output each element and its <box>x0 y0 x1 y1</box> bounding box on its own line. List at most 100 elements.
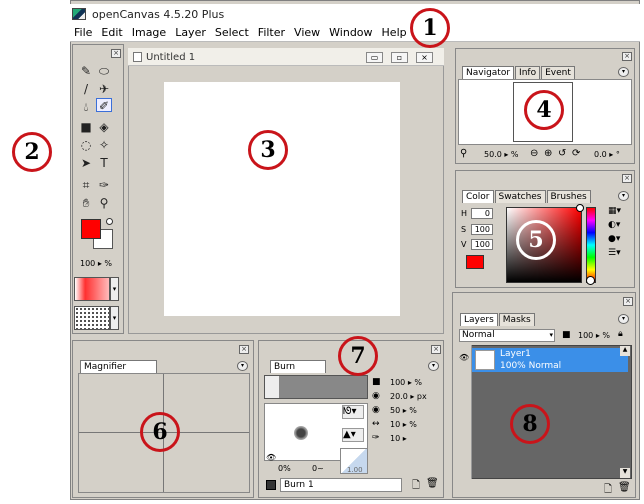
navigator-zoom-icon[interactable]: ⚲ <box>460 148 467 159</box>
fill-tool-icon[interactable]: ■ <box>78 120 94 134</box>
bucket-tool-icon[interactable]: ◈ <box>96 120 112 134</box>
brush-preset-name[interactable]: Burn 1 <box>280 478 402 492</box>
foreground-color-swatch[interactable] <box>81 219 101 239</box>
brush-param5[interactable]: 10 ▸ <box>390 434 407 443</box>
rotate-left-icon[interactable]: ↺ <box>558 148 566 159</box>
brush-opacity[interactable]: 100 ▸ % <box>390 378 422 387</box>
brush-menu-icon[interactable]: ▾ <box>428 361 439 371</box>
hand-tool-icon[interactable]: ✋︎ <box>78 196 94 210</box>
color-list-icon[interactable]: ☰▾ <box>608 248 628 259</box>
brush-density[interactable]: 50 ▸ % <box>390 406 417 415</box>
zoom-out-icon[interactable]: ⊖ <box>530 148 538 159</box>
hue-slider[interactable] <box>586 207 596 283</box>
burn-tool-icon[interactable]: ✐ <box>96 98 112 113</box>
brush-opacity-icon: ■ <box>372 377 381 387</box>
menu-window[interactable]: Window <box>329 26 372 39</box>
rotate-reset-icon[interactable]: ⟳ <box>572 148 580 159</box>
color-picker-handle[interactable] <box>576 204 584 212</box>
layers-scroll-up-icon[interactable]: ▲ <box>620 346 630 356</box>
value-label: V <box>461 240 467 249</box>
eraser-tool-icon[interactable]: ⬭ <box>96 64 112 78</box>
color-mode-icon[interactable]: ▦▾ <box>608 206 628 217</box>
minimize-icon[interactable]: ▭ <box>366 52 383 63</box>
brush-param4[interactable]: 10 ▸ % <box>390 420 417 429</box>
color-sphere-icon[interactable]: ●▾ <box>608 234 628 245</box>
close-icon[interactable]: × <box>416 52 433 63</box>
canvas[interactable] <box>164 82 400 316</box>
brush-size[interactable]: 20.0 ▸ px <box>390 392 427 401</box>
menu-view[interactable]: View <box>294 26 320 39</box>
layers-menu-icon[interactable]: ▾ <box>618 314 629 324</box>
text-tool-icon[interactable]: T <box>96 156 112 170</box>
magic-wand-icon[interactable]: ✧ <box>96 138 112 152</box>
brush-min-a: 0% <box>278 464 291 473</box>
navigator-close-icon[interactable]: × <box>622 52 632 61</box>
menu-layer[interactable]: Layer <box>175 26 206 39</box>
layers-close-icon[interactable]: × <box>623 297 633 306</box>
menu-edit[interactable]: Edit <box>101 26 122 39</box>
menu-help[interactable]: Help <box>382 26 407 39</box>
zoom-in-icon[interactable]: ⊕ <box>544 148 552 159</box>
title-bar: openCanvas 4.5.20 Plus <box>70 4 640 24</box>
lasso-tool-icon[interactable]: ◌ <box>78 138 94 152</box>
brush-tabs: Burn <box>270 360 327 373</box>
magnifier-close-icon[interactable]: × <box>239 345 249 354</box>
tab-navigator[interactable]: Navigator <box>462 66 515 79</box>
current-color-swatch[interactable] <box>466 255 484 269</box>
new-layer-icon[interactable]: 🗋 <box>604 482 612 499</box>
saturation-field[interactable]: 100 <box>471 224 493 235</box>
move-tool-icon[interactable]: ➤ <box>78 156 94 170</box>
menu-file[interactable]: File <box>74 26 92 39</box>
tab-color[interactable]: Color <box>462 190 494 203</box>
brush-type-icon[interactable]: ▲▾ <box>342 428 364 442</box>
delete-preset-icon[interactable]: 🗑 <box>426 478 439 489</box>
airbrush-tool-icon[interactable]: ✈ <box>96 82 112 96</box>
blend-mode-select[interactable]: Normal ▾ <box>459 329 555 342</box>
hue-handle[interactable] <box>586 276 595 285</box>
brush-tip-strip[interactable] <box>264 375 368 399</box>
color-menu-icon[interactable]: ▾ <box>618 191 629 201</box>
texture-preview[interactable] <box>74 306 110 330</box>
tab-info[interactable]: Info <box>515 66 541 79</box>
layer-lock-icon[interactable]: 🔒︎ <box>618 329 623 339</box>
layer-detail: 100% Normal <box>500 361 562 371</box>
texture-dropdown-icon[interactable]: ▾ <box>110 306 119 330</box>
pen-tool-icon[interactable]: ✎ <box>78 64 94 78</box>
water-tool-icon[interactable]: 💧︎ <box>78 100 94 114</box>
gradient-preview[interactable] <box>74 277 110 301</box>
toolbox-opacity: 100 ▸ % <box>80 259 112 268</box>
brush-close-icon[interactable]: × <box>431 345 441 354</box>
toolbox-close-icon[interactable]: × <box>111 49 121 58</box>
pencil-tool-icon[interactable]: / <box>78 82 94 96</box>
tab-swatches[interactable]: Swatches <box>494 190 546 203</box>
value-field[interactable]: 100 <box>471 239 493 250</box>
tab-burn[interactable]: Burn <box>270 360 327 373</box>
menu-select[interactable]: Select <box>215 26 249 39</box>
callout-7: 7 <box>338 336 378 376</box>
layers-scroll-down-icon[interactable]: ▼ <box>620 468 630 478</box>
eyedropper-tool-icon[interactable]: ✑ <box>96 178 112 192</box>
gradient-dropdown-icon[interactable]: ▾ <box>110 277 119 301</box>
magnifier-menu-icon[interactable]: ▾ <box>237 361 248 371</box>
maximize-icon[interactable]: ▫ <box>391 52 408 63</box>
tab-brushes[interactable]: Brushes <box>546 190 591 203</box>
tab-masks[interactable]: Masks <box>498 313 535 326</box>
hue-field[interactable]: 0 <box>471 208 493 219</box>
tab-event[interactable]: Event <box>541 66 575 79</box>
brush-shape-icon[interactable]: ᘚ▾ <box>342 405 364 419</box>
brush-visibility-icon[interactable]: 👁︎ <box>266 453 276 462</box>
color-close-icon[interactable]: × <box>622 174 632 183</box>
zoom-tool-icon[interactable]: ⚲ <box>96 196 112 210</box>
tab-magnifier[interactable]: Magnifier <box>80 360 158 373</box>
color-wheel-icon[interactable]: ◐▾ <box>608 220 628 231</box>
tab-layers[interactable]: Layers <box>460 313 498 326</box>
layer-opacity[interactable]: 100 ▸ % <box>578 331 610 340</box>
navigator-menu-icon[interactable]: ▾ <box>618 67 629 77</box>
new-preset-icon[interactable]: 🗋 <box>412 478 420 495</box>
swap-colors-icon[interactable] <box>106 218 113 225</box>
menu-image[interactable]: Image <box>132 26 166 39</box>
delete-layer-icon[interactable]: 🗑 <box>618 482 631 493</box>
layer-visibility-icon[interactable]: 👁︎ <box>459 353 469 362</box>
menu-filter[interactable]: Filter <box>258 26 285 39</box>
crop-tool-icon[interactable]: ⌗ <box>78 178 94 192</box>
